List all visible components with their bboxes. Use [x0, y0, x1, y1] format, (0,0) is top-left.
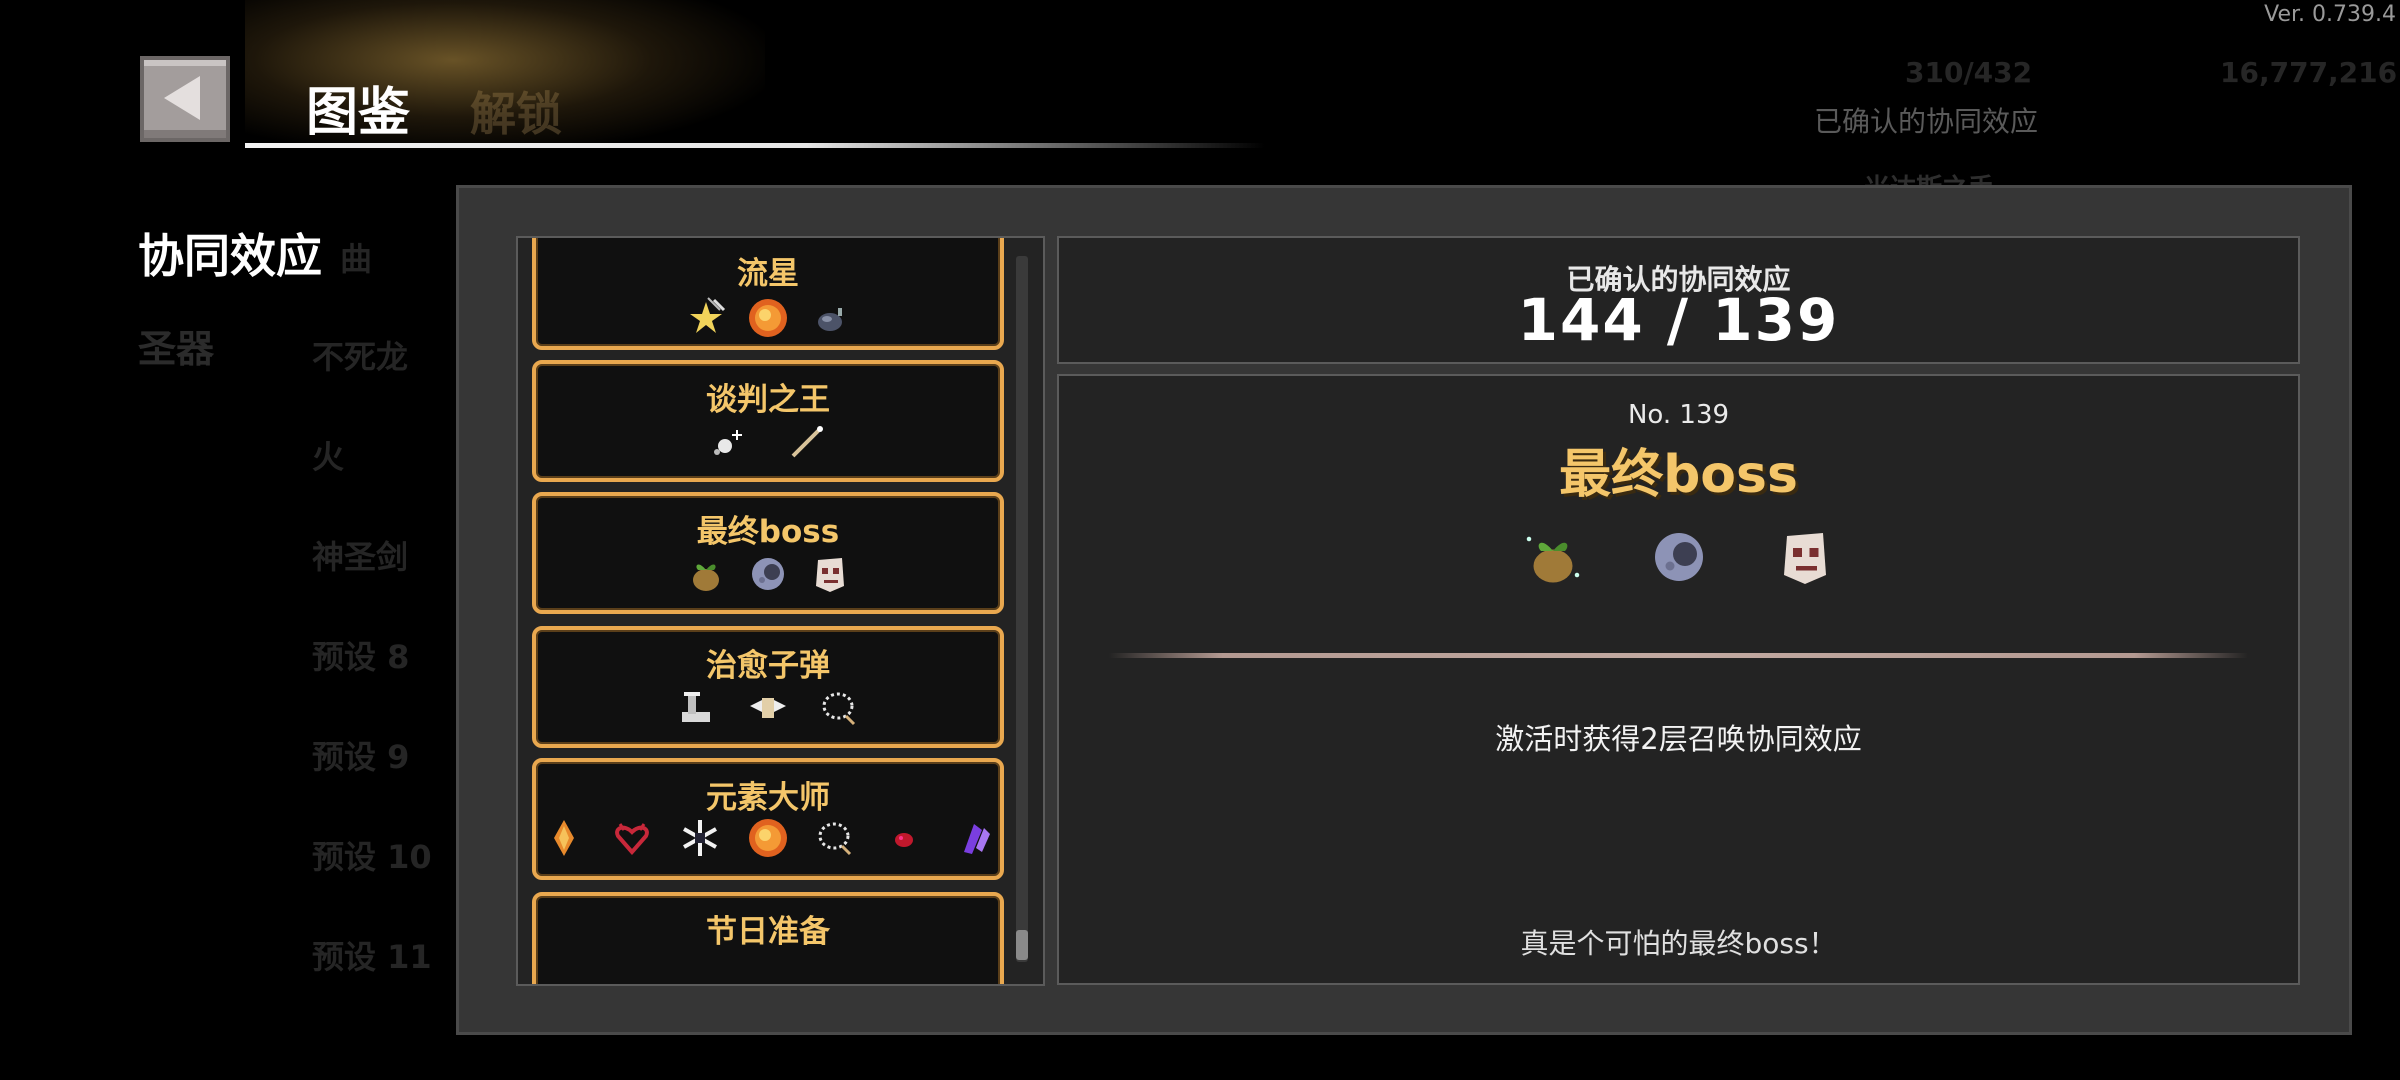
synergy-card-meteor[interactable]: 流星 — [532, 238, 1004, 350]
shooting-star-icon — [690, 297, 726, 333]
list-scrollbar[interactable] — [1016, 256, 1028, 962]
rosary-icon — [818, 822, 852, 856]
seed-sprout-icon — [693, 564, 719, 591]
ghost-list-item: 曲 — [340, 240, 373, 278]
ghost-currency-a: 310/432 — [1905, 56, 2033, 89]
page-title: 图鉴 — [306, 83, 411, 143]
ghost-list-item: 预设 8 — [312, 638, 410, 676]
synergy-list[interactable]: 流星 谈判之王 最终boss 治愈子弹 元素大师 节日准备 — [516, 236, 1045, 986]
category-synergy[interactable]: 协同效应 — [138, 220, 322, 286]
back-arrow-icon — [164, 76, 200, 120]
synergy-card-name: 谈判之王 — [706, 382, 830, 418]
demon-heart-icon — [615, 823, 649, 856]
skull-mask-icon[interactable] — [1772, 524, 1838, 590]
blood-drop-icon — [895, 833, 913, 847]
flame-crystal-icon — [554, 820, 574, 856]
ghost-list-item: 预设 10 — [312, 838, 432, 876]
detail-description: 激活时获得2层召唤协同效应 — [1495, 722, 1862, 756]
detail-name: 最终boss — [1559, 445, 1798, 505]
title-underline — [245, 143, 1265, 148]
winged-scroll-icon — [750, 698, 786, 718]
synergy-card-name: 治愈子弹 — [706, 648, 830, 684]
ghost-list-item: 不死龙 — [312, 338, 409, 376]
rock-bomb-icon — [818, 308, 842, 331]
detail-divider — [1109, 653, 2248, 658]
fireball-icon — [749, 819, 787, 857]
ghost-list-item: 火 — [312, 438, 345, 476]
detail-number: No. 139 — [1627, 400, 1730, 430]
synergy-detail: No. 139 最终boss 激活时获得2层召唤协同效应 真是个可怕的最终bos… — [1057, 374, 2300, 985]
ghost-confirmed-label: 已确认的协同效应 — [1814, 105, 2039, 138]
synergy-card-name: 流星 — [737, 256, 799, 292]
back-button[interactable] — [140, 56, 230, 142]
synergy-card-negotiation-king[interactable]: 谈判之王 — [532, 360, 1004, 482]
detail-flavor-text: 真是个可怕的最终boss！ — [1520, 927, 1837, 960]
ghost-list-item: 神圣剑 — [312, 538, 409, 576]
purple-crystal-icon — [964, 824, 990, 854]
synergy-card-name: 元素大师 — [706, 780, 830, 816]
fireball-icon — [749, 299, 787, 337]
synergy-card-holiday-prep[interactable]: 节日准备 — [532, 892, 1004, 984]
synergy-card-name: 节日准备 — [706, 914, 830, 950]
synergy-card-element-master[interactable]: 元素大师 — [532, 758, 1004, 880]
synergy-card-final-boss[interactable]: 最终boss — [532, 492, 1004, 614]
ghost-list-item: 预设 11 — [312, 938, 432, 976]
seed-sprout-icon[interactable] — [1520, 524, 1586, 590]
synergy-card-healing-bullet[interactable]: 治愈子弹 — [532, 626, 1004, 748]
synergy-card-name: 最终boss — [696, 514, 840, 550]
sparkle-orb-icon — [714, 430, 742, 455]
rosary-icon — [822, 692, 856, 726]
version-label: Ver. 0.739.4 — [2264, 2, 2396, 27]
list-scrollbar-thumb[interactable] — [1016, 930, 1028, 960]
moon-orb-icon[interactable] — [1646, 524, 1712, 590]
moon-orb-icon — [752, 558, 784, 590]
skull-mask-icon — [816, 558, 844, 592]
confirmed-summary: 已确认的协同效应 144 / 139 — [1057, 236, 2300, 364]
category-artifact[interactable]: 圣器 — [138, 318, 214, 373]
ghost-list-item: 预设 9 — [312, 738, 410, 776]
ghost-currency-b: 16,777,216 — [2220, 56, 2398, 89]
snowflake-icon — [683, 820, 717, 856]
wand-icon — [791, 426, 823, 458]
faucet-icon — [682, 692, 710, 722]
confirmed-count: 144 / 139 — [1517, 286, 1840, 354]
